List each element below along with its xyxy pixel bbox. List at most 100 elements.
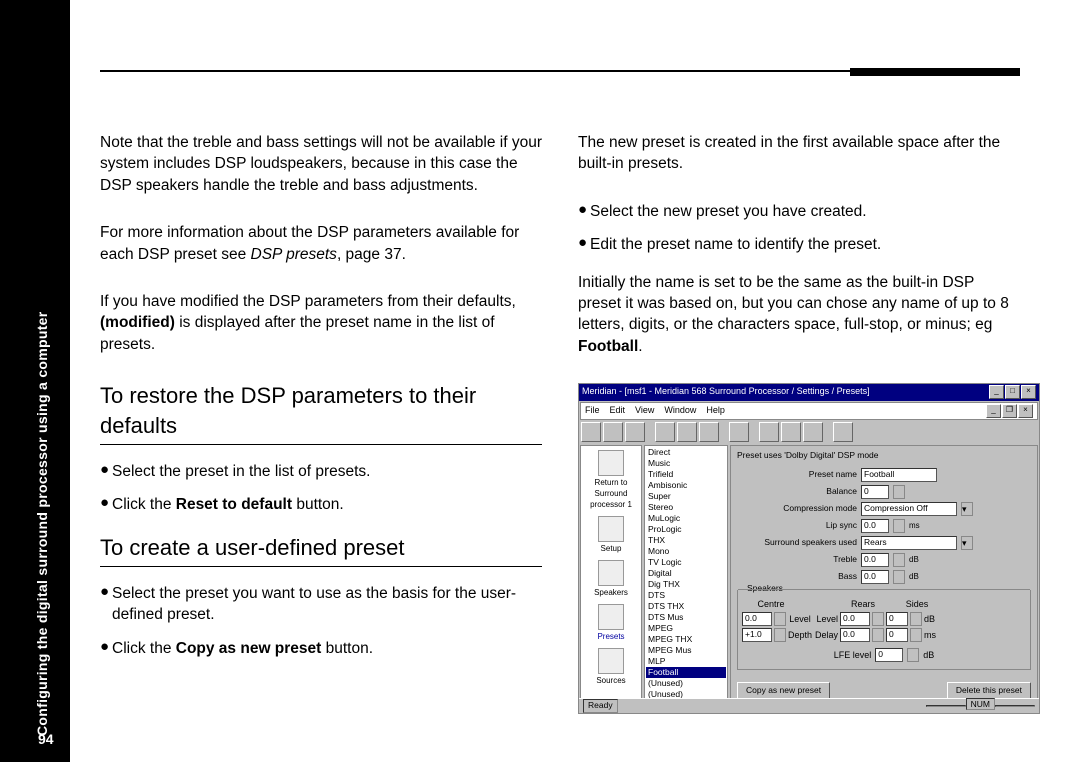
spinner-icon[interactable] <box>872 628 884 642</box>
menu-help[interactable]: Help <box>706 404 725 418</box>
toolbar <box>580 421 1038 443</box>
spinner-icon[interactable] <box>910 628 922 642</box>
tool-btn[interactable] <box>803 422 823 442</box>
bullet: ●Select the preset in the list of preset… <box>100 461 542 482</box>
spinner-icon[interactable] <box>872 612 884 626</box>
tool-btn[interactable] <box>625 422 645 442</box>
status-num: NUM <box>966 698 995 710</box>
lipsync-input[interactable]: 0.0 <box>861 519 889 533</box>
lfe-input[interactable]: 0 <box>875 648 903 662</box>
list-item[interactable]: DTS THX <box>646 601 726 612</box>
treble-input[interactable]: 0.0 <box>861 553 889 567</box>
bass-input[interactable]: 0.0 <box>861 570 889 584</box>
titlebar: Meridian - [msf1 - Meridian 568 Surround… <box>579 384 1039 401</box>
tool-btn[interactable] <box>729 422 749 442</box>
spinner-icon[interactable] <box>907 648 919 662</box>
list-item[interactable]: Ambisonic <box>646 480 726 491</box>
sides-level-input[interactable]: 0 <box>886 612 908 626</box>
chevron-down-icon[interactable]: ▾ <box>961 502 973 516</box>
rears-delay-input[interactable]: 0.0 <box>840 628 870 642</box>
heading-restore: To restore the DSP parameters to their d… <box>100 381 542 442</box>
tool-btn[interactable] <box>581 422 601 442</box>
para: Initially the name is set to be the same… <box>578 272 1020 358</box>
nav-setup[interactable]: Setup <box>598 516 624 554</box>
heading-create: To create a user-defined preset <box>100 533 542 563</box>
bullet: ●Edit the preset name to identify the pr… <box>578 234 1020 255</box>
bullet: ●Click the Reset to default button. <box>100 494 542 515</box>
list-item[interactable]: Dig THX <box>646 579 726 590</box>
list-item[interactable]: Football <box>646 667 726 678</box>
menu-edit[interactable]: Edit <box>610 404 626 418</box>
list-item[interactable]: DTS <box>646 590 726 601</box>
spinner-icon[interactable] <box>893 570 905 584</box>
list-item[interactable]: TV Logic <box>646 557 726 568</box>
nav-speakers[interactable]: Speakers <box>594 560 628 598</box>
menu-view[interactable]: View <box>635 404 654 418</box>
nav-sidebar: Return to Surround processor 1 Setup Spe… <box>580 445 642 703</box>
sides-delay-input[interactable]: 0 <box>886 628 908 642</box>
spinner-icon[interactable] <box>774 612 786 626</box>
menu-window[interactable]: Window <box>664 404 696 418</box>
child-restore-icon[interactable]: ❐ <box>1002 404 1017 418</box>
tool-btn[interactable] <box>699 422 719 442</box>
left-column: Note that the treble and bass settings w… <box>100 132 542 714</box>
preset-list[interactable]: DirectMusicTrifieldAmbisonicSuperStereoM… <box>644 445 728 703</box>
list-item[interactable]: MLP <box>646 656 726 667</box>
list-item[interactable]: DTS Mus <box>646 612 726 623</box>
status-ready: Ready <box>583 699 618 713</box>
list-item[interactable]: Music <box>646 458 726 469</box>
sidebar-bar: 94 Configuring the digital surround proc… <box>0 0 70 762</box>
menu-file[interactable]: File <box>585 404 600 418</box>
spinner-icon[interactable] <box>893 485 905 499</box>
compression-select[interactable]: Compression Off <box>861 502 957 516</box>
bullet: ●Select the preset you want to use as th… <box>100 583 542 626</box>
tool-btn[interactable] <box>759 422 779 442</box>
tool-btn[interactable] <box>833 422 853 442</box>
bullet: ●Click the Copy as new preset button. <box>100 638 542 659</box>
nav-sources[interactable]: Sources <box>596 648 625 686</box>
para: If you have modified the DSP parameters … <box>100 291 542 355</box>
nav-return[interactable]: Return to Surround processor 1 <box>581 450 641 510</box>
spinner-icon[interactable] <box>774 628 786 642</box>
list-item[interactable]: MPEG Mus <box>646 645 726 656</box>
page-content: Note that the treble and bass settings w… <box>100 70 1020 714</box>
close-icon[interactable]: × <box>1021 385 1036 399</box>
tool-btn[interactable] <box>603 422 623 442</box>
spinner-icon[interactable] <box>893 519 905 533</box>
minimize-icon[interactable]: _ <box>989 385 1004 399</box>
nav-presets[interactable]: Presets <box>597 604 624 642</box>
list-item[interactable]: Trifield <box>646 469 726 480</box>
child-close-icon[interactable]: × <box>1018 404 1033 418</box>
rears-level-input[interactable]: 0.0 <box>840 612 870 626</box>
spinner-icon[interactable] <box>910 612 922 626</box>
maximize-icon[interactable]: □ <box>1005 385 1020 399</box>
list-item[interactable]: Super <box>646 491 726 502</box>
surround-select[interactable]: Rears <box>861 536 957 550</box>
spinner-icon[interactable] <box>893 553 905 567</box>
list-item[interactable]: MPEG THX <box>646 634 726 645</box>
tool-btn[interactable] <box>781 422 801 442</box>
centre-level-input[interactable]: 0.0 <box>742 612 772 626</box>
tool-btn[interactable] <box>677 422 697 442</box>
chevron-down-icon[interactable]: ▾ <box>961 536 973 550</box>
list-item[interactable]: Stereo <box>646 502 726 513</box>
child-minimize-icon[interactable]: _ <box>986 404 1001 418</box>
preset-name-input[interactable]: Football <box>861 468 937 482</box>
centre-depth-input[interactable]: +1.0 <box>742 628 772 642</box>
presets-icon <box>598 604 624 630</box>
right-column: The new preset is created in the first a… <box>578 132 1020 714</box>
preset-panel: Preset uses 'Dolby Digital' DSP mode Pre… <box>730 445 1038 703</box>
balance-input[interactable]: 0 <box>861 485 889 499</box>
list-item[interactable]: ProLogic <box>646 524 726 535</box>
list-item[interactable]: MPEG <box>646 623 726 634</box>
list-item[interactable]: Direct <box>646 447 726 458</box>
list-item[interactable]: THX <box>646 535 726 546</box>
list-item[interactable]: (Unused) <box>646 678 726 689</box>
list-item[interactable]: Mono <box>646 546 726 557</box>
list-item[interactable]: Digital <box>646 568 726 579</box>
speaker-icon <box>598 560 624 586</box>
list-item[interactable]: MuLogic <box>646 513 726 524</box>
mode-text: Preset uses 'Dolby Digital' DSP mode <box>737 450 1031 462</box>
tool-btn[interactable] <box>655 422 675 442</box>
magnifier-icon <box>598 516 624 542</box>
